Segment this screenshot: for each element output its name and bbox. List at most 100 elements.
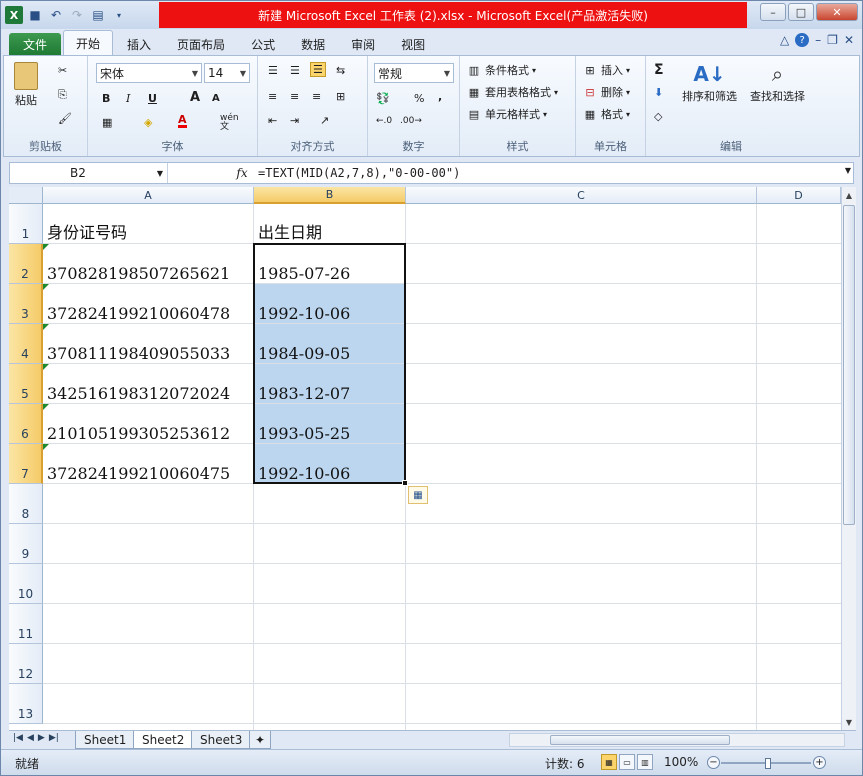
row-header-1[interactable]: 1 <box>9 204 43 244</box>
horizontal-scrollbar[interactable] <box>509 733 845 747</box>
minimize-icon[interactable]: – <box>760 3 786 21</box>
row-header-2[interactable]: 2 <box>9 244 43 284</box>
help-icon[interactable]: ? <box>795 33 810 47</box>
cell-b3[interactable]: 1992-10-06 <box>254 284 350 324</box>
tab-home[interactable]: 开始 <box>63 30 114 55</box>
zoom-slider[interactable]: − + <box>707 756 826 769</box>
column-header-c[interactable]: C <box>406 187 757 204</box>
font-name-combo[interactable]: 宋体 ▼ <box>96 63 202 83</box>
find-select-button[interactable]: ⌕ 查找和选择 <box>750 62 805 104</box>
increase-decimal-icon[interactable]: ←.0 <box>376 116 392 126</box>
format-painter-icon[interactable]: 🖌 <box>58 112 72 125</box>
column-header-b[interactable]: B <box>254 187 406 204</box>
save-icon[interactable]: ■ <box>26 6 44 24</box>
decrease-decimal-icon[interactable]: .00→ <box>400 116 422 126</box>
cell-a1[interactable]: 身份证号码 <box>43 204 127 244</box>
phonetic-button[interactable]: wén 文 <box>220 114 239 132</box>
sheet-tab-sheet1[interactable]: Sheet1 <box>75 731 136 749</box>
align-top-icon[interactable]: ☰ <box>268 64 278 77</box>
vertical-scroll-thumb[interactable] <box>843 205 855 525</box>
cell-b6[interactable]: 1993-05-25 <box>254 404 350 444</box>
align-right-icon[interactable]: ≡ <box>312 90 321 103</box>
row-header-8[interactable]: 8 <box>9 484 43 524</box>
increase-indent-icon[interactable]: ⇥ <box>290 114 299 127</box>
zoom-level[interactable]: 100% <box>664 755 698 769</box>
bold-button[interactable]: B <box>102 92 110 105</box>
first-sheet-icon[interactable]: |◀ <box>13 733 23 743</box>
doc-restore-icon[interactable]: ❐ <box>827 33 838 47</box>
wrap-text-icon[interactable]: ⇆ <box>336 64 345 77</box>
formula-input[interactable]: =TEXT(MID(A2,7,8),"0-00-00") <box>258 163 460 183</box>
insert-cells-button[interactable]: ⊞ 插入 ▾ <box>582 62 630 78</box>
tab-view[interactable]: 视图 <box>389 33 437 55</box>
tab-page-layout[interactable]: 页面布局 <box>165 33 237 55</box>
conditional-format-button[interactable]: ▥ 条件格式 ▾ <box>466 62 536 78</box>
copy-icon[interactable]: ⎘ <box>58 88 67 102</box>
spreadsheet-grid[interactable]: A B C D 1 2 3 4 5 6 7 8 9 10 11 12 13 身份证号码 出生日期 3708281985… <box>9 187 841 730</box>
print-preview-icon[interactable]: ▤ <box>89 6 107 24</box>
cell-a6[interactable]: 210105199305253612 <box>43 404 230 444</box>
cell-a5[interactable]: 342516198312072024 <box>43 364 230 404</box>
autosum-icon[interactable]: Σ <box>654 62 664 78</box>
font-color-button[interactable]: A <box>178 114 187 128</box>
merge-center-icon[interactable]: ⊞ <box>336 90 345 103</box>
close-icon[interactable]: ✕ <box>816 3 858 21</box>
tab-data[interactable]: 数据 <box>289 33 337 55</box>
tab-insert[interactable]: 插入 <box>115 33 163 55</box>
fill-icon[interactable]: ⬇ <box>654 86 663 99</box>
cell-a7[interactable]: 372824199210060475 <box>43 444 230 484</box>
undo-icon[interactable]: ↶ <box>47 6 65 24</box>
currency-icon[interactable]: 💱 <box>376 92 390 105</box>
minimize-ribbon-icon[interactable]: △ <box>780 33 789 47</box>
format-cells-button[interactable]: ▦ 格式 ▾ <box>582 106 630 122</box>
expand-formula-icon[interactable]: ▼ <box>845 166 851 175</box>
row-header-3[interactable]: 3 <box>9 284 43 324</box>
italic-button[interactable]: I <box>126 92 130 105</box>
format-as-table-button[interactable]: ▦ 套用表格格式 ▾ <box>466 84 558 100</box>
scroll-up-icon[interactable]: ▲ <box>842 188 856 202</box>
clear-icon[interactable]: ◇ <box>654 110 662 123</box>
row-header-10[interactable]: 10 <box>9 564 43 604</box>
scroll-down-icon[interactable]: ▼ <box>842 715 856 729</box>
name-box[interactable]: B2 ▼ <box>10 163 168 183</box>
row-header-6[interactable]: 6 <box>9 404 43 444</box>
orientation-icon[interactable]: ↗ <box>320 114 329 127</box>
row-header-11[interactable]: 11 <box>9 604 43 644</box>
cell-b1[interactable]: 出生日期 <box>254 204 322 244</box>
zoom-in-icon[interactable]: + <box>813 756 826 769</box>
normal-view-icon[interactable]: ▦ <box>601 754 617 770</box>
chevron-down-icon[interactable]: ▼ <box>157 169 163 178</box>
cell-b2[interactable]: 1985-07-26 <box>254 244 350 284</box>
zoom-out-icon[interactable]: − <box>707 756 720 769</box>
auto-fill-options-icon[interactable]: ▦ <box>408 486 428 504</box>
cell-a3[interactable]: 372824199210060478 <box>43 284 230 324</box>
align-bottom-icon[interactable]: ☰ <box>310 62 326 77</box>
sort-filter-button[interactable]: A↓ 排序和筛选 <box>682 62 737 104</box>
align-left-icon[interactable]: ≡ <box>268 90 277 103</box>
cell-b4[interactable]: 1984-09-05 <box>254 324 350 364</box>
align-center-icon[interactable]: ≡ <box>290 90 299 103</box>
row-header-4[interactable]: 4 <box>9 324 43 364</box>
insert-sheet-icon[interactable]: ✦ <box>249 731 272 749</box>
row-header-9[interactable]: 9 <box>9 524 43 564</box>
last-sheet-icon[interactable]: ▶| <box>49 733 59 743</box>
row-header-7[interactable]: 7 <box>9 444 43 484</box>
doc-minimize-icon[interactable]: – <box>815 33 821 47</box>
maximize-icon[interactable]: □ <box>788 3 814 21</box>
tab-file[interactable]: 文件 <box>9 33 62 55</box>
cell-b7[interactable]: 1992-10-06 <box>254 444 350 484</box>
border-icon[interactable]: ▦ <box>102 116 112 129</box>
select-all-corner[interactable] <box>9 187 43 204</box>
row-header-12[interactable]: 12 <box>9 644 43 684</box>
next-sheet-icon[interactable]: ▶ <box>38 733 45 743</box>
number-format-combo[interactable]: 常规 ▼ <box>374 63 454 83</box>
cell-b5[interactable]: 1983-12-07 <box>254 364 350 404</box>
zoom-knob[interactable] <box>765 758 771 769</box>
customize-qat-icon[interactable]: ▾ <box>110 6 128 24</box>
fill-color-icon[interactable]: ◈ <box>144 116 152 129</box>
cut-icon[interactable]: ✂ <box>58 64 67 77</box>
prev-sheet-icon[interactable]: ◀ <box>27 733 34 743</box>
vertical-scrollbar[interactable]: ▲ ▼ <box>841 187 856 730</box>
tab-review[interactable]: 审阅 <box>339 33 387 55</box>
font-size-combo[interactable]: 14 ▼ <box>204 63 250 83</box>
